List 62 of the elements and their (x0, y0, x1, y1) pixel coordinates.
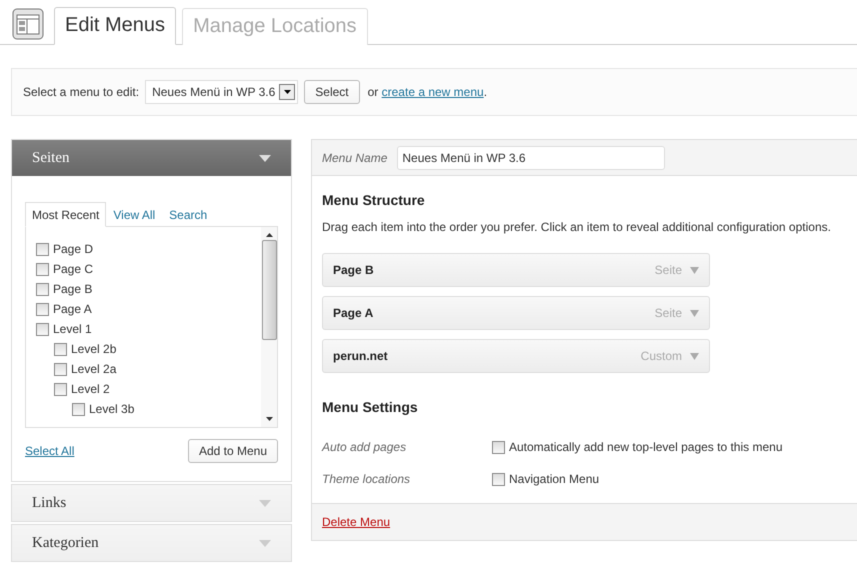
checkbox[interactable] (36, 302, 49, 316)
caret-icon (284, 90, 291, 94)
checkbox[interactable] (54, 362, 67, 376)
or-text: or (368, 85, 378, 99)
section-header[interactable]: Seiten (12, 140, 291, 176)
scrollbar[interactable] (261, 227, 277, 427)
section-header[interactable]: Kategorien (12, 525, 291, 561)
menu-item[interactable]: Page A Seite (322, 296, 710, 330)
checkbox[interactable] (36, 282, 49, 296)
period-text: . (484, 85, 488, 99)
caret-icon (259, 540, 271, 546)
add-to-menu-button[interactable]: Add to Menu (188, 439, 278, 463)
structure-heading: Menu Structure (322, 192, 426, 208)
caret-icon (690, 266, 699, 274)
tab[interactable]: Edit Menus (54, 7, 176, 45)
checkbox[interactable] (54, 342, 67, 356)
checkbox-label: Navigation Menu (509, 472, 600, 486)
page-label: Level 1 (53, 322, 92, 336)
caret-icon (690, 352, 699, 360)
checkbox[interactable] (492, 472, 505, 486)
menu-item[interactable]: Page B Seite (322, 253, 710, 287)
page-label: Page B (53, 282, 92, 296)
caret-icon (690, 310, 699, 316)
delete-menu-link[interactable]: Delete Menu (322, 515, 390, 529)
caret-icon (259, 154, 271, 162)
tab[interactable]: Most Recent (25, 202, 106, 227)
page-label: Level 3b (89, 402, 134, 416)
checkbox[interactable] (72, 402, 85, 416)
menu-name-field[interactable]: Neues Menü in WP 3.6 (397, 146, 666, 170)
menu-item[interactable]: perun.net Custom (322, 339, 710, 373)
tab[interactable]: View All (106, 202, 162, 227)
page-label: Page A (53, 302, 92, 316)
page-label: Level 2a (71, 362, 116, 376)
scroll-down-icon[interactable] (266, 417, 272, 421)
scroll-up-icon[interactable] (266, 233, 272, 237)
select-button[interactable]: Select (304, 80, 360, 104)
checkbox[interactable] (492, 440, 505, 454)
checkbox[interactable] (36, 262, 49, 276)
menu-dropdown[interactable]: Neues Menü in WP 3.6 (145, 80, 298, 104)
section-header[interactable]: Links (12, 485, 291, 521)
checkbox[interactable] (36, 322, 49, 336)
checkbox-label: Automatically add new top-level pages to this menu (509, 440, 782, 454)
menu-name-label: Menu Name (322, 150, 388, 164)
tab[interactable]: Search (162, 202, 214, 227)
page-label: Page D (53, 242, 94, 256)
section-title: Kategorien (32, 534, 99, 552)
setting-label: Theme locations (322, 472, 412, 486)
checkbox[interactable] (54, 382, 67, 396)
page-label: Level 2 (71, 382, 110, 396)
setting-label: Auto add pages (322, 440, 408, 454)
menus-icon (12, 8, 44, 40)
structure-description: Drag each item into the order you prefer. Click an item to reveal additional configuration options. (322, 220, 832, 234)
section-title: Links (32, 494, 66, 512)
select-label: Select a menu to edit: (23, 85, 140, 99)
caret-icon (259, 500, 271, 506)
checkbox[interactable] (36, 242, 49, 256)
settings-heading: Menu Settings (322, 399, 419, 415)
create-menu-link[interactable]: create a new menu (382, 85, 484, 99)
section-title: Seiten (32, 150, 70, 166)
page-label: Level 2b (71, 342, 116, 356)
select-all-link[interactable]: Select All (25, 444, 74, 458)
page-label: Page C (53, 262, 94, 276)
